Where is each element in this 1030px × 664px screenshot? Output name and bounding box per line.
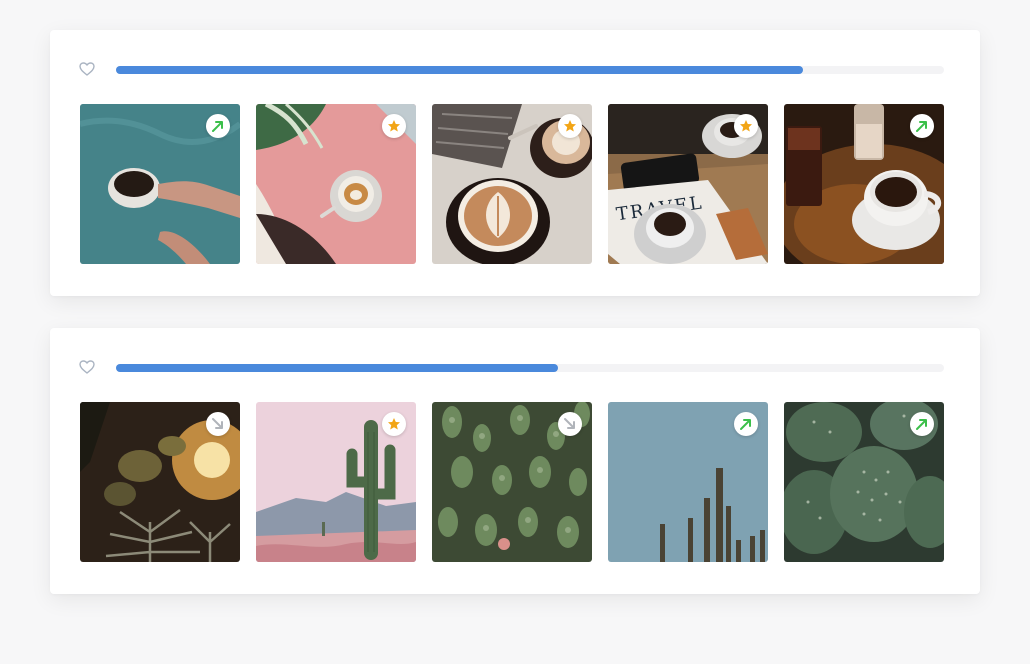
photo-thumbnail[interactable] bbox=[256, 402, 416, 562]
trend-down-icon bbox=[212, 418, 223, 429]
trend-up-icon bbox=[740, 419, 751, 430]
star-badge bbox=[382, 114, 406, 138]
star-icon bbox=[388, 120, 400, 132]
photo-thumbnail[interactable] bbox=[608, 402, 768, 562]
collection-card-cactus bbox=[50, 328, 980, 594]
trend-down-badge bbox=[206, 412, 230, 436]
trend-up-badge bbox=[910, 412, 934, 436]
trend-up-badge bbox=[206, 114, 230, 138]
photo-thumbnail[interactable] bbox=[784, 104, 944, 264]
heart-outline-icon[interactable] bbox=[79, 62, 95, 76]
photo-thumbnail[interactable] bbox=[256, 104, 416, 264]
trend-down-badge bbox=[558, 412, 582, 436]
heart-outline-icon[interactable] bbox=[79, 360, 95, 374]
photo-thumbnail[interactable] bbox=[432, 104, 592, 264]
trend-up-badge bbox=[734, 412, 758, 436]
photo-thumbnail[interactable] bbox=[80, 402, 240, 562]
photo-thumbnail[interactable] bbox=[784, 402, 944, 562]
trend-down-icon bbox=[564, 418, 575, 429]
star-icon bbox=[388, 418, 400, 430]
trend-up-icon bbox=[916, 419, 927, 430]
photo-thumbnail[interactable] bbox=[80, 104, 240, 264]
trend-up-badge bbox=[910, 114, 934, 138]
photo-thumbnail[interactable] bbox=[432, 402, 592, 562]
progress-fill bbox=[116, 364, 559, 372]
trend-up-icon bbox=[916, 121, 927, 132]
photo-thumbnail[interactable]: TRAVEL bbox=[608, 104, 768, 264]
trend-up-icon bbox=[212, 121, 223, 132]
progress-fill bbox=[116, 66, 804, 74]
star-badge bbox=[382, 412, 406, 436]
star-icon bbox=[740, 120, 752, 132]
progress-track bbox=[116, 364, 944, 372]
star-icon bbox=[564, 120, 576, 132]
progress-track bbox=[116, 66, 944, 74]
star-badge bbox=[734, 114, 758, 138]
collection-card-coffee: TRAVEL bbox=[50, 30, 980, 296]
star-badge bbox=[558, 114, 582, 138]
